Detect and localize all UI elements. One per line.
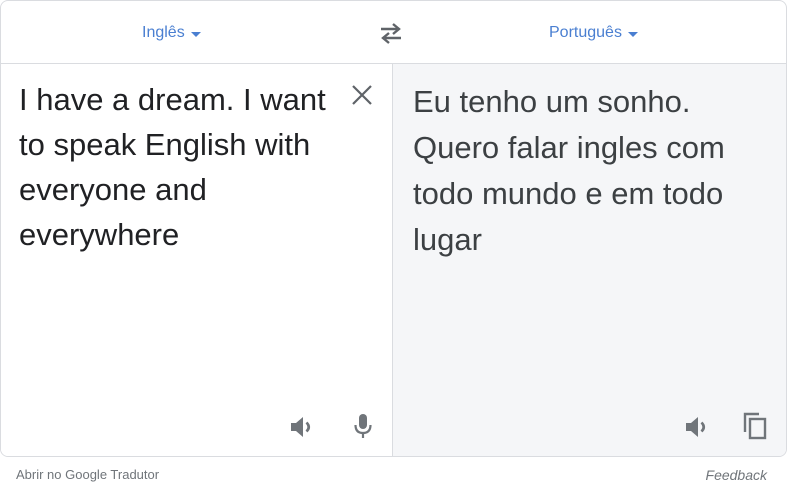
clear-text-button[interactable] [349,82,375,108]
source-language-selector[interactable]: Inglês [142,21,201,45]
caret-down-icon [190,32,201,37]
source-language-label: Inglês [142,24,185,41]
speaker-icon [686,417,706,437]
translate-card: Inglês Português I have a dream. I want … [0,0,787,457]
caret-down-icon [627,32,638,37]
speaker-icon [291,417,311,437]
translation-pane: Eu tenho um sonho. Quero falar ingles co… [392,64,786,456]
language-bar: Inglês Português [1,1,786,64]
swap-arrows-icon [381,23,401,44]
feedback-link[interactable]: Feedback [706,467,767,483]
source-text-input[interactable]: I have a dream. I want to speak English … [19,77,344,257]
close-icon [352,85,372,105]
translated-text: Eu tenho um sonho. Quero falar ingles co… [413,84,725,257]
open-in-google-translate-link[interactable]: Abrir no Google Tradutor [16,467,159,482]
target-language-selector[interactable]: Português [549,21,638,45]
swap-languages-button[interactable] [377,20,405,46]
listen-translation-button[interactable] [683,413,711,441]
voice-input-button[interactable] [349,412,377,440]
copy-translation-button[interactable] [742,411,770,440]
listen-source-button[interactable] [288,413,316,441]
copy-icon [743,412,767,440]
target-language-label: Português [549,24,622,41]
microphone-icon [354,414,372,438]
source-pane: I have a dream. I want to speak English … [1,64,392,456]
